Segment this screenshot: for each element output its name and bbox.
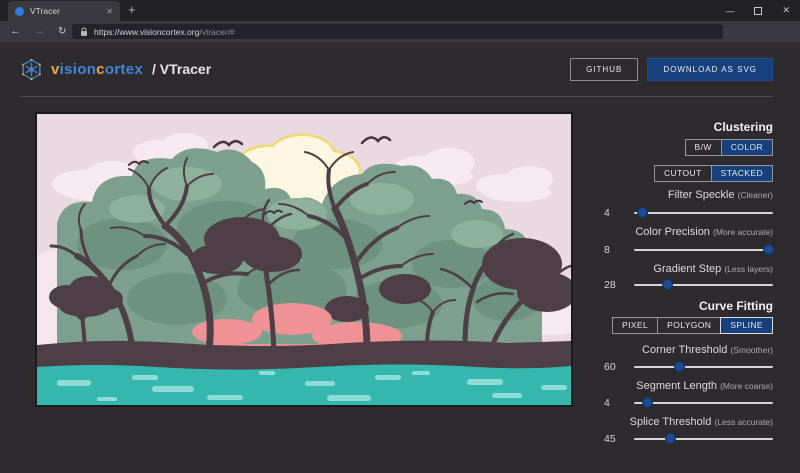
spline-button[interactable]: SPLINE (720, 317, 773, 334)
gradient-step-label: Gradient Step (Less layers) (600, 263, 773, 276)
curve-mode-button-group: PIXEL POLYGON SPLINE (600, 317, 773, 334)
slider-thumb[interactable] (662, 279, 673, 290)
tab-close-icon[interactable]: ✕ (106, 7, 113, 16)
tab-favicon-icon (15, 7, 24, 16)
splice-threshold-label: Splice Threshold (Less accurate) (600, 416, 773, 429)
segment-length-label: Segment Length (More coarse) (600, 380, 773, 393)
slider-thumb[interactable] (763, 244, 774, 255)
slider-track[interactable] (634, 212, 773, 214)
slider-track[interactable] (634, 284, 773, 286)
mode-button-group: B/W COLOR (600, 139, 773, 156)
address-bar[interactable]: https://www.visioncortex.org/vtracer/# (72, 24, 723, 39)
visioncortex-logo-icon (20, 58, 43, 81)
filter-speckle-slider[interactable]: 4 (600, 207, 773, 219)
slider-track[interactable] (634, 366, 773, 368)
tab-title: VTracer (30, 6, 100, 16)
window-maximize-button[interactable] (754, 7, 762, 15)
download-svg-button[interactable]: DOWNLOAD AS SVG (647, 58, 773, 81)
github-button[interactable]: GITHUB (570, 58, 638, 81)
slider-track[interactable] (634, 402, 773, 404)
window-close-button[interactable]: ✕ (782, 5, 790, 16)
filter-speckle-label: Filter Speckle (Cleaner) (600, 189, 773, 202)
browser-tab[interactable]: VTracer ✕ (8, 1, 120, 21)
segment-length-value: 4 (600, 397, 626, 409)
gradient-step-slider[interactable]: 28 (600, 279, 773, 291)
slider-thumb[interactable] (642, 397, 653, 408)
browser-titlebar: VTracer ✕ + — ✕ (0, 0, 800, 21)
new-tab-button[interactable]: + (128, 2, 136, 17)
cutout-button[interactable]: CUTOUT (654, 165, 712, 182)
lock-icon (80, 27, 88, 37)
traced-illustration (37, 114, 571, 405)
corner-threshold-value: 60 (600, 361, 626, 373)
slider-thumb[interactable] (637, 207, 648, 218)
splice-threshold-slider[interactable]: 45 (600, 433, 773, 445)
preview-canvas[interactable] (35, 112, 573, 407)
window-minimize-button[interactable]: — (725, 6, 734, 16)
corner-threshold-label: Corner Threshold (Smoother) (600, 344, 773, 357)
segment-length-slider[interactable]: 4 (600, 397, 773, 409)
app-name: / VTracer (152, 61, 211, 77)
color-precision-label: Color Precision (More accurate) (600, 226, 773, 239)
back-icon[interactable]: ← (10, 26, 21, 37)
color-precision-slider[interactable]: 8 (600, 244, 773, 256)
corner-threshold-slider[interactable]: 60 (600, 361, 773, 373)
slider-track[interactable] (634, 249, 773, 251)
layer-button-group: CUTOUT STACKED (600, 165, 773, 182)
refresh-icon[interactable]: ↻ (58, 27, 66, 37)
url-text: https://www.visioncortex.org/vtracer/# (94, 27, 235, 37)
browser-toolbar: ← → ↻ https://www.visioncortex.org/vtrac… (0, 21, 800, 42)
slider-thumb[interactable] (674, 361, 685, 372)
header-divider (20, 96, 773, 97)
page-header: visioncortex / VTracer GITHUB DOWNLOAD A… (20, 52, 773, 86)
slider-track[interactable] (634, 438, 773, 440)
pixel-button[interactable]: PIXEL (612, 317, 658, 334)
section-title-curve-fitting: Curve Fitting (600, 299, 773, 313)
polygon-button[interactable]: POLYGON (657, 317, 721, 334)
gradient-step-value: 28 (600, 279, 626, 291)
window-controls: — ✕ (725, 0, 790, 21)
color-button[interactable]: COLOR (721, 139, 773, 156)
section-title-clustering: Clustering (600, 120, 773, 134)
settings-panel: Clustering B/W COLOR CUTOUT STACKED Filt… (600, 112, 773, 445)
bw-button[interactable]: B/W (685, 139, 722, 156)
color-precision-value: 8 (600, 244, 626, 256)
filter-speckle-value: 4 (600, 207, 626, 219)
slider-thumb[interactable] (665, 433, 676, 444)
vtracer-page: visioncortex / VTracer GITHUB DOWNLOAD A… (0, 42, 800, 473)
stacked-button[interactable]: STACKED (711, 165, 773, 182)
brand-wordmark: visioncortex (51, 61, 143, 78)
splice-threshold-value: 45 (600, 433, 626, 445)
forward-icon[interactable]: → (34, 26, 45, 37)
